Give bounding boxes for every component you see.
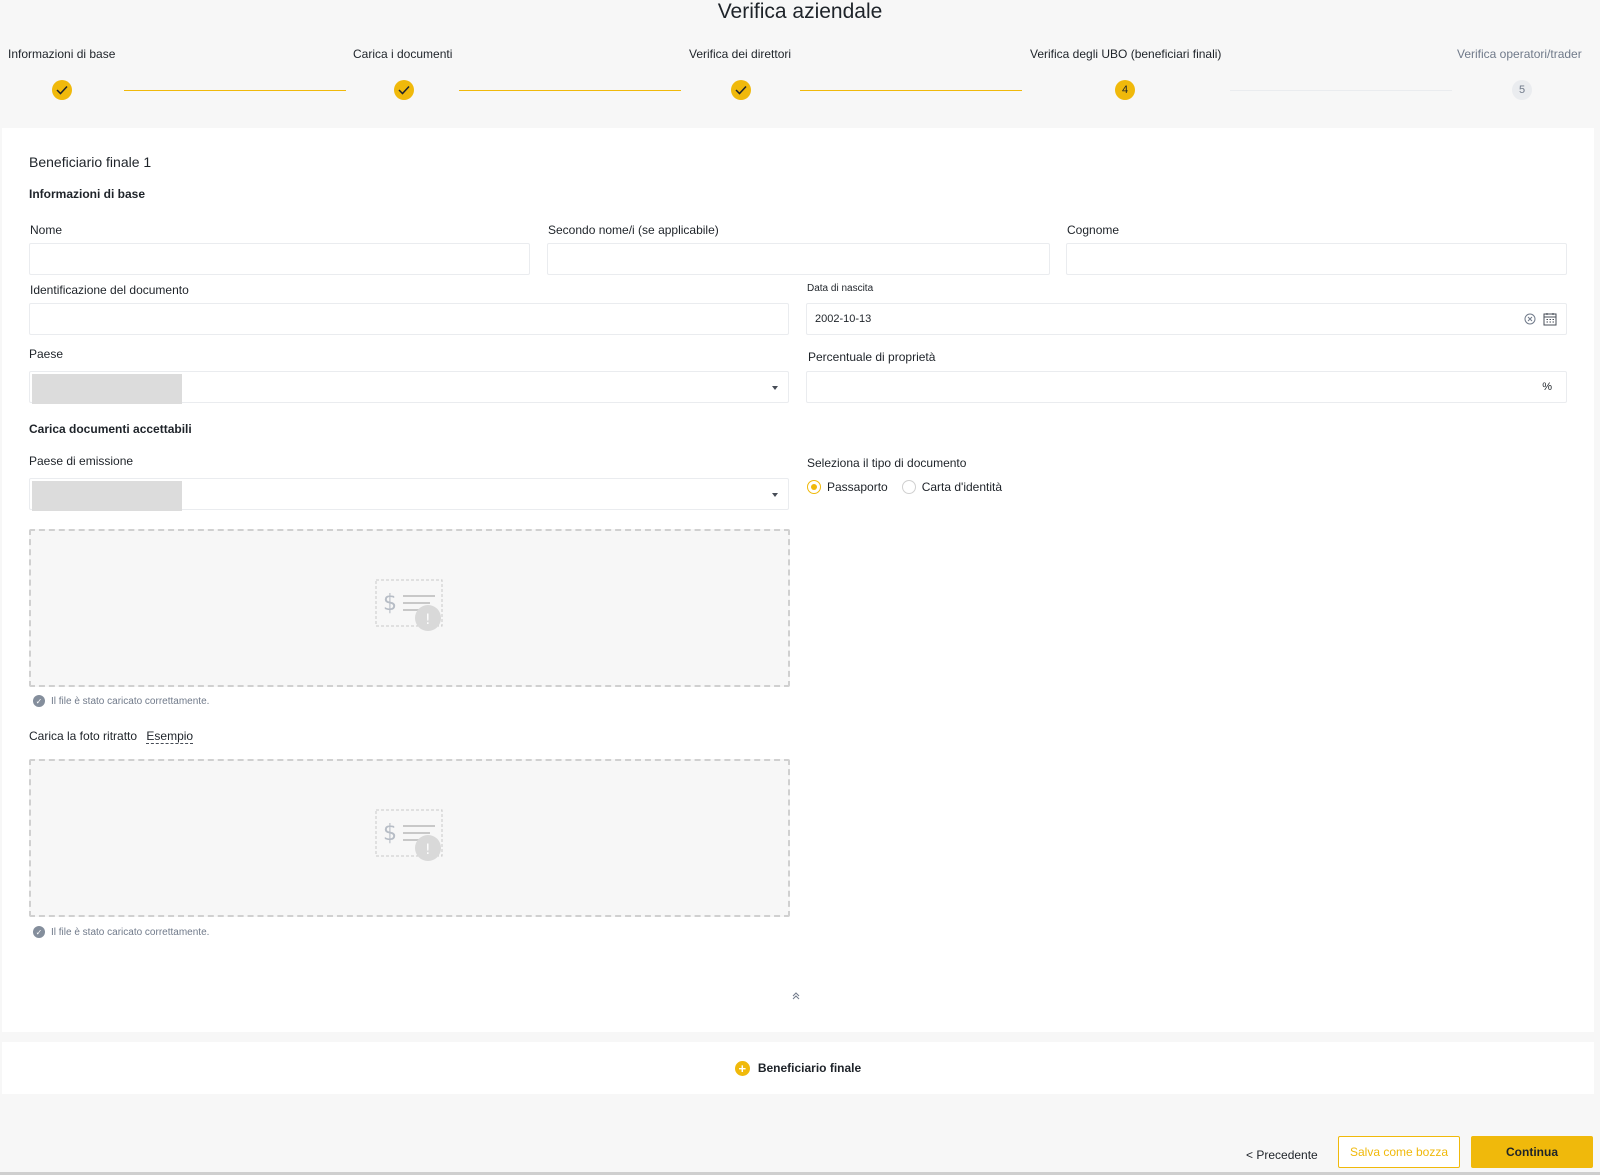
step-4-marker: 4	[1115, 80, 1135, 100]
step-connector	[124, 90, 346, 91]
upload-success-note-1: ✓ Il file è stato caricato correttamente…	[33, 695, 209, 707]
svg-text:!: !	[425, 842, 431, 858]
country-select-value	[32, 374, 182, 404]
country-label: Paese	[29, 347, 64, 361]
radio-passport[interactable]	[807, 480, 821, 494]
portrait-label-text: Carica la foto ritratto	[29, 729, 138, 743]
radio-id-card[interactable]	[901, 480, 916, 494]
svg-text:$: $	[383, 821, 397, 846]
step-connector	[1230, 90, 1452, 91]
example-link[interactable]: Esempio	[146, 729, 194, 744]
radio-id-card-label[interactable]: Carta d'identità	[922, 480, 1002, 494]
radio-passport-label[interactable]: Passaporto	[827, 480, 888, 494]
document-upload-icon: $ !	[375, 579, 442, 631]
caret-down-icon	[772, 493, 778, 497]
birth-date-value: 2002-10-13	[815, 313, 872, 325]
first-name-input[interactable]	[29, 243, 530, 275]
svg-text:!: !	[425, 612, 431, 628]
section-title: Beneficiario finale 1	[29, 154, 152, 170]
add-beneficiary-label: Beneficiario finale	[757, 1061, 862, 1075]
upload-success-text-1: Il file è stato caricato correttamente.	[51, 695, 210, 707]
upload-title: Carica documenti accettabili	[29, 422, 192, 436]
ownership-input[interactable]: %	[806, 371, 1567, 403]
step-2-check-icon	[394, 80, 414, 100]
step-3-check-icon	[731, 80, 751, 100]
page-title: Verifica aziendale	[717, 0, 883, 23]
add-beneficiary-button[interactable]: + Beneficiario finale	[2, 1042, 1594, 1094]
previous-button[interactable]: < Precedente	[1246, 1148, 1318, 1162]
clear-icon[interactable]	[1524, 313, 1536, 328]
first-name-label: Nome	[30, 223, 63, 237]
issuing-country-label: Paese di emissione	[29, 454, 134, 468]
birth-date-label: Data di nascita	[807, 283, 874, 294]
check-circle-icon: ✓	[33, 695, 45, 707]
step-label-upload-docs: Carica i documenti	[353, 47, 453, 61]
calendar-icon[interactable]	[1543, 312, 1557, 329]
upload-success-note-2: ✓ Il file è stato caricato correttamente…	[33, 926, 209, 938]
birth-date-input[interactable]: 2002-10-13	[806, 303, 1567, 335]
last-name-label: Cognome	[1067, 223, 1120, 237]
portrait-upload-icon: $ !	[375, 809, 442, 861]
beneficiary-card: Beneficiario finale 1 Informazioni di ba…	[2, 128, 1594, 1032]
step-5-marker: 5	[1512, 80, 1532, 100]
issuing-country-select-value	[32, 481, 182, 511]
step-1-check-icon	[52, 80, 72, 100]
step-label-directors: Verifica dei direttori	[689, 47, 792, 61]
check-circle-icon: ✓	[33, 926, 45, 938]
issuing-country-select[interactable]	[29, 478, 789, 511]
basic-info-title: Informazioni di base	[29, 187, 146, 201]
middle-name-input[interactable]	[547, 243, 1050, 275]
save-draft-button[interactable]: Salva come bozza	[1338, 1136, 1460, 1168]
doc-type-radio-group: Passaporto Carta d'identità	[807, 480, 1002, 494]
step-label-basic-info: Informazioni di base	[8, 47, 116, 61]
percent-suffix: %	[1542, 381, 1552, 393]
document-id-input[interactable]	[29, 303, 789, 335]
portrait-label: Carica la foto ritratto Esempio	[29, 729, 194, 744]
step-label-traders: Verifica operatori/trader	[1457, 47, 1582, 61]
document-id-label: Identificazione del documento	[30, 283, 189, 297]
plus-circle-icon: +	[734, 1060, 750, 1076]
last-name-input[interactable]	[1066, 243, 1567, 275]
step-connector	[459, 90, 681, 91]
continue-button[interactable]: Continua	[1471, 1136, 1593, 1168]
document-upload-dropzone[interactable]: $ !	[29, 529, 790, 687]
caret-down-icon	[772, 386, 778, 390]
doc-type-label: Seleziona il tipo di documento	[807, 456, 967, 470]
step-connector	[800, 90, 1022, 91]
country-select[interactable]	[29, 371, 789, 404]
portrait-upload-dropzone[interactable]: $ !	[29, 759, 790, 917]
svg-text:$: $	[383, 591, 397, 616]
middle-name-label: Secondo nome/i (se applicabile)	[548, 223, 719, 237]
collapse-chevron-icon[interactable]	[791, 988, 801, 1006]
upload-success-text-2: Il file è stato caricato correttamente.	[51, 926, 210, 938]
ownership-label: Percentuale di proprietà	[808, 350, 936, 364]
step-label-ubo: Verifica degli UBO (beneficiari finali)	[1030, 47, 1222, 61]
